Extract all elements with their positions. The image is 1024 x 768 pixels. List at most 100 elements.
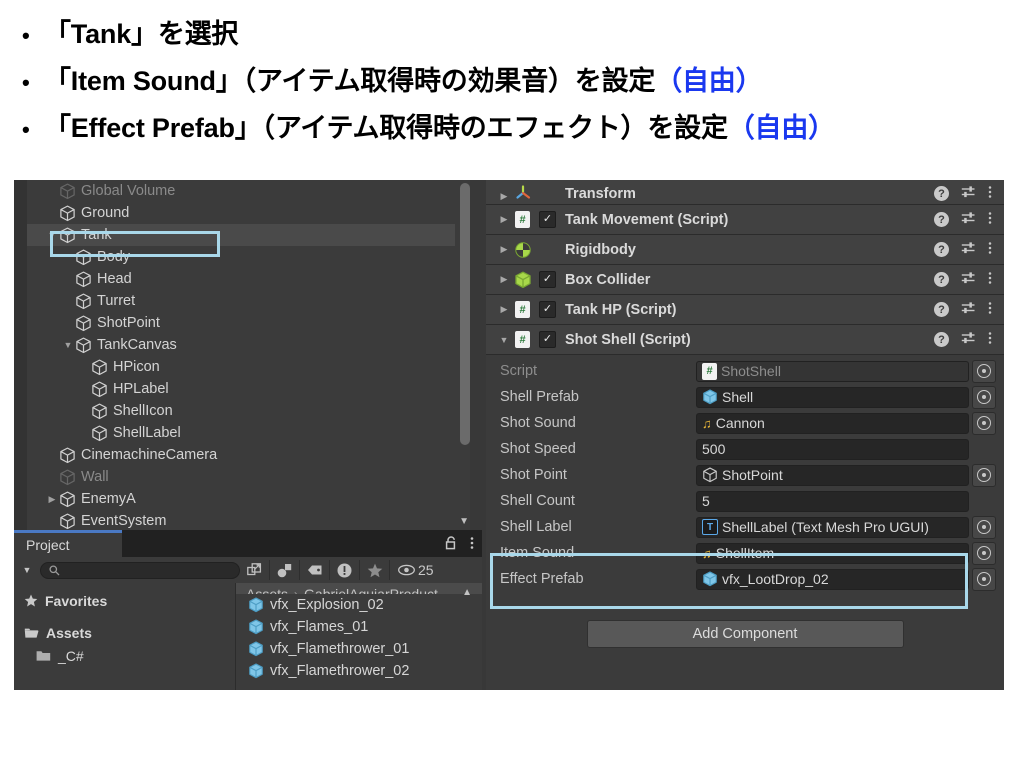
hierarchy-scrollbar-thumb[interactable] — [459, 183, 470, 445]
asset-list-scroll-up-icon[interactable]: ▲ — [462, 587, 472, 598]
property-value-field[interactable]: 5 — [696, 490, 969, 512]
label-filter-icon[interactable] — [300, 558, 329, 582]
object-picker-icon[interactable] — [972, 515, 996, 539]
asset-item[interactable]: vfx_Flamethrower_01 — [236, 638, 482, 660]
chevron-right-icon[interactable]: ▶ — [496, 191, 512, 202]
help-icon[interactable]: ? — [934, 302, 949, 317]
help-icon[interactable]: ? — [934, 272, 949, 287]
hierarchy-item-body[interactable]: Body — [27, 246, 455, 268]
property-value-field[interactable]: vfx_LootDrop_02 — [696, 568, 969, 590]
component-header-box-collider[interactable]: ▶ ✓ Box Collider? — [486, 265, 1004, 295]
kebab-menu-icon[interactable] — [988, 271, 992, 288]
help-icon[interactable]: ? — [934, 212, 949, 227]
object-picker-icon[interactable] — [972, 411, 996, 435]
preset-icon[interactable] — [961, 241, 976, 258]
expand-window-icon[interactable] — [240, 558, 269, 582]
chevron-right-icon[interactable]: ▶ — [496, 274, 512, 285]
property-label: Item Sound — [500, 545, 575, 561]
help-icon[interactable]: ? — [934, 186, 949, 201]
object-picker-icon[interactable] — [972, 463, 996, 487]
component-header-tank-hp-script-[interactable]: ▶ # ✓ Tank HP (Script)? — [486, 295, 1004, 325]
gameobject-icon — [59, 513, 76, 530]
hierarchy-item-wall[interactable]: Wall — [27, 466, 455, 488]
kebab-menu-icon[interactable] — [988, 331, 992, 348]
object-picker-icon[interactable] — [972, 385, 996, 409]
property-value-field[interactable]: T ShellLabel (Text Mesh Pro UGUI) — [696, 516, 969, 538]
favorite-star-icon[interactable] — [360, 558, 389, 582]
component-enabled-checkbox[interactable]: ✓ — [539, 331, 556, 348]
hierarchy-item-shelllabel[interactable]: ShellLabel — [27, 422, 455, 444]
component-header-rigidbody[interactable]: ▶ Rigidbody? — [486, 235, 1004, 265]
component-header-shot-shell-script-[interactable]: ▼ # ✓ Shot Shell (Script)? — [486, 325, 1004, 355]
preset-icon[interactable] — [961, 301, 976, 318]
search-input[interactable] — [40, 561, 240, 579]
object-picker-icon[interactable] — [972, 567, 996, 591]
hierarchy-item-turret[interactable]: Turret — [27, 290, 455, 312]
hierarchy-item-hplabel[interactable]: HPLabel — [27, 378, 455, 400]
object-picker-icon[interactable] — [972, 541, 996, 565]
object-picker-icon[interactable] — [972, 359, 996, 383]
hierarchy-item-head[interactable]: Head — [27, 268, 455, 290]
help-icon[interactable]: ? — [934, 332, 949, 347]
asset-item[interactable]: vfx_Flamethrower_02 — [236, 660, 482, 682]
type-filter-icon[interactable] — [270, 558, 299, 582]
chevron-right-icon[interactable]: ▶ — [496, 244, 512, 255]
visibility-toggle[interactable]: 25 — [390, 562, 434, 578]
kebab-menu-icon[interactable] — [988, 301, 992, 318]
help-icon[interactable]: ? — [934, 242, 949, 257]
component-enabled-checkbox[interactable]: ✓ — [539, 301, 556, 318]
component-header-transform[interactable]: ▶ Transform? — [486, 180, 1004, 205]
preset-icon[interactable] — [961, 211, 976, 228]
kebab-menu-icon[interactable] — [988, 185, 992, 202]
hierarchy-item-tankcanvas[interactable]: ▼ TankCanvas — [27, 334, 455, 356]
tree-item-assets[interactable]: Assets — [14, 621, 235, 644]
property-value-field[interactable]: 500 — [696, 438, 969, 460]
preset-icon[interactable] — [961, 185, 976, 202]
asset-list[interactable]: vfx_Explosion_02 vfx_Flames_01 vfx_Flameth… — [236, 594, 482, 690]
property-label: Effect Prefab — [500, 571, 584, 587]
asset-item[interactable]: vfx_Explosion_02 — [236, 594, 482, 616]
hierarchy-item-eventsystem[interactable]: EventSystem — [27, 510, 455, 530]
hierarchy-item-shellicon[interactable]: ShellIcon — [27, 400, 455, 422]
kebab-menu-icon[interactable] — [470, 536, 474, 552]
hierarchy-item-shotpoint[interactable]: ShotPoint — [27, 312, 455, 334]
chevron-right-icon[interactable]: ▶ — [45, 494, 59, 504]
property-value-field[interactable]: # ShotShell — [696, 360, 969, 382]
add-component-button[interactable]: Add Component — [586, 620, 904, 648]
property-value-field[interactable]: ♫ ShellItem — [696, 542, 969, 564]
hierarchy-list[interactable]: Global Volume Ground ▼ Tank Body Head Turret Sh… — [27, 180, 455, 530]
hierarchy-item-hpicon[interactable]: HPicon — [27, 356, 455, 378]
property-value-field[interactable]: ShotPoint — [696, 464, 969, 486]
property-value-field[interactable]: Shell — [696, 386, 969, 408]
kebab-menu-icon[interactable] — [988, 211, 992, 228]
chevron-down-icon[interactable]: ▼ — [14, 565, 40, 575]
hierarchy-item-tank[interactable]: ▼ Tank — [27, 224, 455, 246]
tree-item-csharp-folder[interactable]: _C# — [14, 644, 235, 667]
component-header-tank-movement-script-[interactable]: ▶ # ✓ Tank Movement (Script)? — [486, 205, 1004, 235]
component-enabled-checkbox[interactable]: ✓ — [539, 271, 556, 288]
hierarchy-item-cinemachinecamera[interactable]: CinemachineCamera — [27, 444, 455, 466]
project-tree[interactable]: Favorites Assets _C# — [14, 583, 236, 690]
hierarchy-scroll-down-icon[interactable]: ▼ — [459, 516, 469, 527]
chevron-down-icon[interactable]: ▼ — [45, 230, 59, 240]
hierarchy-item-enemya[interactable]: ▶ EnemyA — [27, 488, 455, 510]
bullet-item: • 「Effect Prefab」（アイテム取得時のエフェクト）を設定 （自由） — [0, 108, 1024, 149]
property-row-script: Script # ShotShell — [486, 358, 1004, 384]
chevron-down-icon[interactable]: ▼ — [61, 340, 75, 350]
asset-item[interactable]: vfx_Flames_01 — [236, 616, 482, 638]
preset-icon[interactable] — [961, 271, 976, 288]
hierarchy-item-global-volume[interactable]: Global Volume — [27, 180, 455, 202]
kebab-menu-icon[interactable] — [988, 241, 992, 258]
tab-project[interactable]: Project — [14, 533, 122, 557]
component-enabled-checkbox[interactable]: ✓ — [539, 211, 556, 228]
property-value-field[interactable]: ♫ Cannon — [696, 412, 969, 434]
hierarchy-item-ground[interactable]: Ground — [27, 202, 455, 224]
warning-filter-icon[interactable] — [330, 558, 359, 582]
preset-icon[interactable] — [961, 331, 976, 348]
lock-open-icon[interactable] — [445, 535, 458, 553]
tree-item-favorites[interactable]: Favorites — [14, 589, 235, 612]
chevron-right-icon[interactable]: ▶ — [496, 304, 512, 315]
chevron-right-icon[interactable]: ▶ — [496, 214, 512, 225]
chevron-down-icon[interactable]: ▼ — [496, 335, 512, 345]
textmeshpro-icon: T — [702, 519, 718, 535]
